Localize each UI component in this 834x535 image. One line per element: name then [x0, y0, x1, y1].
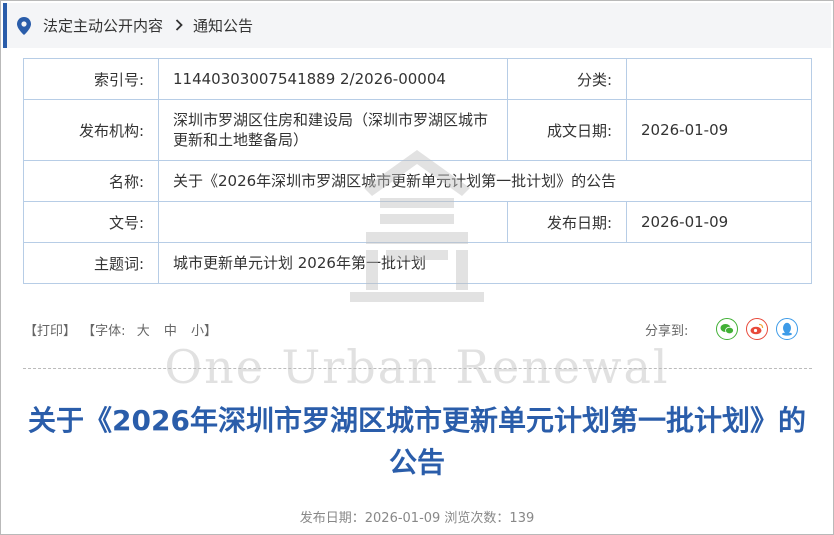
doc-no-label: 文号:	[23, 201, 159, 243]
font-size-label: 【字体:	[82, 324, 126, 339]
publish-date-value: 2026-01-09	[626, 201, 812, 243]
print-button[interactable]: 【打印】	[24, 324, 76, 339]
index-value: 11440303007541889 2/2026-00004	[158, 58, 508, 100]
text-tools: 【打印】 【字体: 大 中 小】	[24, 320, 222, 339]
written-date-label: 成文日期:	[507, 99, 627, 161]
category-value	[626, 58, 812, 100]
share-label: 分享到:	[645, 323, 689, 339]
divider	[23, 368, 812, 369]
keywords-value: 城市更新单元计划 2026年第一批计划	[158, 242, 812, 284]
article-title: 关于《2026年深圳市罗湖区城市更新单元计划第一批计划》的公告	[28, 404, 806, 479]
table-row: 名称: 关于《2026年深圳市罗湖区城市更新单元计划第一批计划》的公告	[23, 160, 812, 202]
publisher-label: 发布机构:	[23, 99, 159, 161]
breadcrumb: 法定主动公开内容 通知公告	[3, 3, 831, 48]
table-row: 发布机构: 深圳市罗湖区住房和建设局（深圳市罗湖区城市更新和土地整备局） 成文日…	[23, 99, 812, 161]
name-value: 关于《2026年深圳市罗湖区城市更新单元计划第一批计划》的公告	[158, 160, 812, 202]
publisher-value: 深圳市罗湖区住房和建设局（深圳市罗湖区城市更新和土地整备局）	[158, 99, 508, 161]
doc-no-value	[158, 201, 508, 243]
font-large-button[interactable]: 大	[137, 324, 150, 339]
font-medium-button[interactable]: 中	[164, 324, 177, 339]
weibo-share-icon[interactable]	[746, 318, 769, 340]
share-bar: 分享到:	[645, 318, 799, 340]
index-label: 索引号:	[23, 58, 159, 100]
font-small-button[interactable]: 小】	[191, 324, 217, 339]
category-label: 分类:	[507, 58, 627, 100]
qq-share-icon[interactable]	[776, 318, 799, 340]
breadcrumb-item-public-content[interactable]: 法定主动公开内容	[43, 15, 163, 36]
table-row: 主题词: 城市更新单元计划 2026年第一批计划	[23, 242, 812, 284]
table-row: 索引号: 11440303007541889 2/2026-00004 分类:	[23, 58, 812, 100]
keywords-label: 主题词:	[23, 242, 159, 284]
table-row: 文号: 发布日期: 2026-01-09	[23, 201, 812, 243]
written-date-value: 2026-01-09	[626, 99, 812, 161]
publish-info: 发布日期：2026-01-09 浏览次数：139	[299, 511, 535, 526]
name-label: 名称:	[23, 160, 159, 202]
location-pin-icon	[17, 16, 31, 35]
wechat-share-icon[interactable]	[716, 318, 739, 340]
breadcrumb-item-notices[interactable]: 通知公告	[193, 15, 253, 36]
publish-date-label: 发布日期:	[507, 201, 627, 243]
chevron-right-icon	[175, 17, 183, 35]
document-meta-table: 索引号: 11440303007541889 2/2026-00004 分类: …	[23, 58, 812, 284]
